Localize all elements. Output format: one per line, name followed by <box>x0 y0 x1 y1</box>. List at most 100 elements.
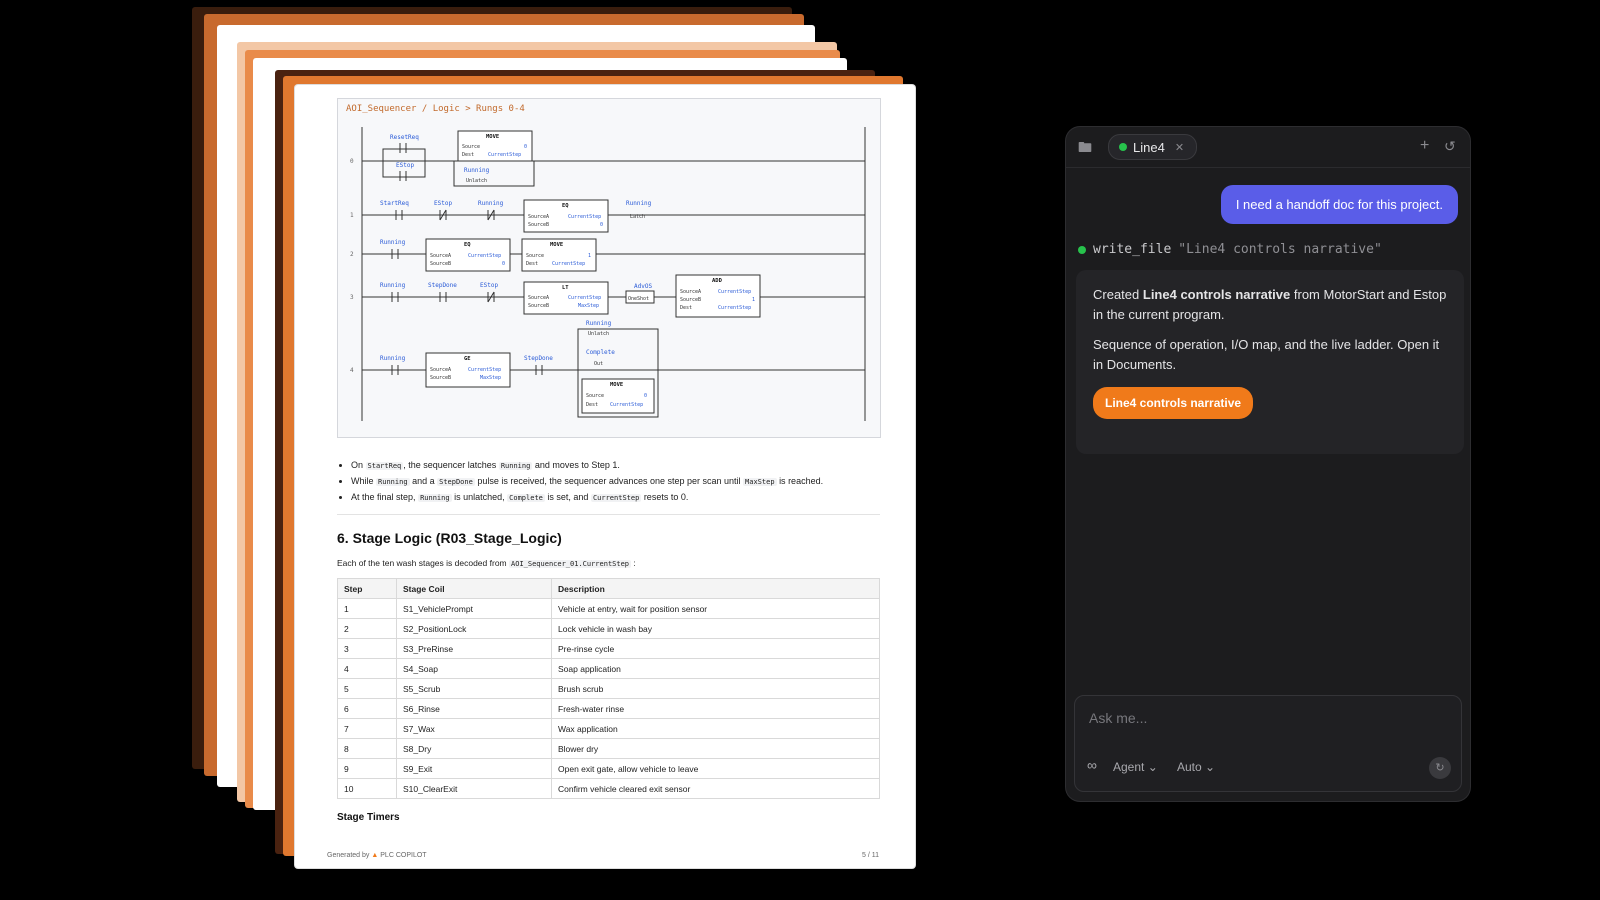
section-title: 6. Stage Logic (R03_Stage_Logic) <box>337 530 562 546</box>
tool-argument: "Line4 controls narrative" <box>1178 242 1382 257</box>
coil-label: Running <box>626 200 652 207</box>
block-param: SourceB <box>430 375 451 381</box>
folder-icon[interactable]: 🖿 <box>1078 139 1092 155</box>
list-item: At the final step, Running is unlatched,… <box>351 490 901 506</box>
block-param: SourceB <box>528 303 549 309</box>
table-cell: Open exit gate, allow vehicle to leave <box>551 758 880 779</box>
table-cell: S7_Wax <box>396 718 552 739</box>
table-cell: 6 <box>337 698 397 719</box>
tab-label: Line4 <box>1133 139 1165 155</box>
chevron-down-icon: ⌄ <box>1147 760 1158 774</box>
mode-selector[interactable]: Agent ⌄ <box>1113 760 1158 774</box>
chat-input[interactable] <box>1087 706 1451 730</box>
table-row: 3 S3_PreRinse Pre-rinse cycle <box>337 638 880 659</box>
block-param: Dest <box>526 261 538 267</box>
block-value: CurrentStep <box>610 402 643 408</box>
ladder-breadcrumb: AOI_Sequencer / Logic > Rungs 0-4 <box>346 104 525 114</box>
block-param: Dest <box>586 402 598 408</box>
column-header: Stage Coil <box>396 578 552 599</box>
table-cell: S9_Exit <box>396 758 552 779</box>
table-row: 8 S8_Dry Blower dry <box>337 738 880 759</box>
infinity-icon: ∞ <box>1087 757 1097 773</box>
section-intro: Each of the ten wash stages is decoded f… <box>337 558 636 568</box>
coil-label: Unlatch <box>466 178 487 184</box>
ladder-diagram: AOI_Sequencer / Logic > Rungs 0-4 0 1 2 … <box>337 98 881 438</box>
coil-label: Complete <box>586 349 615 356</box>
block-value: 1 <box>588 253 591 259</box>
block-value: 0 <box>524 144 527 150</box>
contact-label: EStop <box>480 282 498 289</box>
table-cell: 1 <box>337 598 397 619</box>
send-button[interactable]: ↻ <box>1429 757 1451 779</box>
block-param: Dest <box>680 305 692 311</box>
table-row: 6 S6_Rinse Fresh-water rinse <box>337 698 880 719</box>
block-value: CurrentStep <box>718 289 751 295</box>
block-param: Source <box>462 144 480 150</box>
tool-call: write_file "Line4 controls narrative" <box>1078 242 1382 257</box>
composer: ∞ Agent ⌄ Auto ⌄ ↻ <box>1074 695 1462 792</box>
table-cell: S10_ClearExit <box>396 778 552 799</box>
table-cell: S5_Scrub <box>396 678 552 699</box>
page-number: 5 / 11 <box>862 852 879 859</box>
block-value: CurrentStep <box>718 305 751 311</box>
block-value: CurrentStep <box>488 152 521 158</box>
column-header: Step <box>337 578 397 599</box>
table-row: 10 S10_ClearExit Confirm vehicle cleared e… <box>337 778 880 799</box>
block-title: EQ <box>562 203 569 209</box>
tool-name: write_file <box>1093 242 1172 257</box>
close-icon[interactable]: ✕ <box>1175 141 1184 154</box>
table-row: 1 S1_VehiclePrompt Vehicle at entry, wait … <box>337 598 880 619</box>
history-icon[interactable]: ↺ <box>1444 138 1456 154</box>
chat-header: 🖿 Line4 ✕ + ↺ <box>1066 127 1470 168</box>
oneshot-label: AdvOS <box>634 283 652 290</box>
block-param: Source <box>526 253 544 259</box>
table-cell: 5 <box>337 678 397 699</box>
rung-0: ResetReq EStop MOVE Source 0 Dest Curren… <box>382 130 535 187</box>
block-title: GE <box>464 356 471 362</box>
table-cell: 2 <box>337 618 397 639</box>
plus-icon[interactable]: + <box>1420 138 1429 154</box>
contact-label: Running <box>380 355 406 362</box>
block-value: CurrentStep <box>468 367 501 373</box>
table-cell: Brush scrub <box>551 678 880 699</box>
coil-label: Unlatch <box>588 331 609 337</box>
block-param: SourceB <box>430 261 451 267</box>
open-document-button[interactable]: Line4 controls narrative <box>1093 387 1254 419</box>
block-param: SourceA <box>528 214 549 220</box>
list-item: While Running and a StepDone pulse is re… <box>351 474 901 490</box>
contact-label: StepDone <box>524 355 553 362</box>
block-param: SourceA <box>680 289 701 295</box>
block-param: Dest <box>462 152 474 158</box>
block-value: MaxStep <box>480 375 501 381</box>
column-header: Description <box>551 578 880 599</box>
coil-label: Latch <box>630 214 645 220</box>
response-text: Sequence of operation, I/O map, and the … <box>1093 337 1440 372</box>
page-footer: Generated by ▲ PLC COPILOT <box>327 852 427 859</box>
table-cell: S3_PreRinse <box>396 638 552 659</box>
block-param: SourceB <box>680 297 701 303</box>
block-title: LT <box>562 285 569 291</box>
table-cell: 4 <box>337 658 397 679</box>
rung-number: 4 <box>350 367 354 374</box>
table-row: 2 S2_PositionLock Lock vehicle in wash bay <box>337 618 880 639</box>
block-value: CurrentStep <box>552 261 585 267</box>
table-row: 5 S5_Scrub Brush scrub <box>337 678 880 699</box>
table-cell: 8 <box>337 738 397 759</box>
table-row: 7 S7_Wax Wax application <box>337 718 880 739</box>
tab-line4[interactable]: Line4 ✕ <box>1108 134 1198 160</box>
model-selector[interactable]: Auto ⌄ <box>1177 760 1215 774</box>
rung-3: Running StepDone EStop LT SourceA Curren… <box>380 274 761 318</box>
ladder-svg: 0 1 2 3 4 ResetReq EStop MOVE Source 0 D… <box>350 127 866 421</box>
block-value: 1 <box>752 297 755 303</box>
table-cell: S6_Rinse <box>396 698 552 719</box>
table-row: 4 S4_Soap Soap application <box>337 658 880 679</box>
rung-1: StartReq EStop Running EQ SourceA Curren… <box>380 199 652 233</box>
table-cell: 10 <box>337 778 397 799</box>
block-value: MaxStep <box>578 303 599 309</box>
block-param: SourceA <box>528 295 549 301</box>
block-param: Source <box>586 393 604 399</box>
stage-table: Step Stage Coil Description 1 S1_VehicleP… <box>337 578 880 799</box>
contact-label: Running <box>478 200 504 207</box>
table-cell: Confirm vehicle cleared exit sensor <box>551 778 880 799</box>
status-dot <box>1078 245 1086 254</box>
